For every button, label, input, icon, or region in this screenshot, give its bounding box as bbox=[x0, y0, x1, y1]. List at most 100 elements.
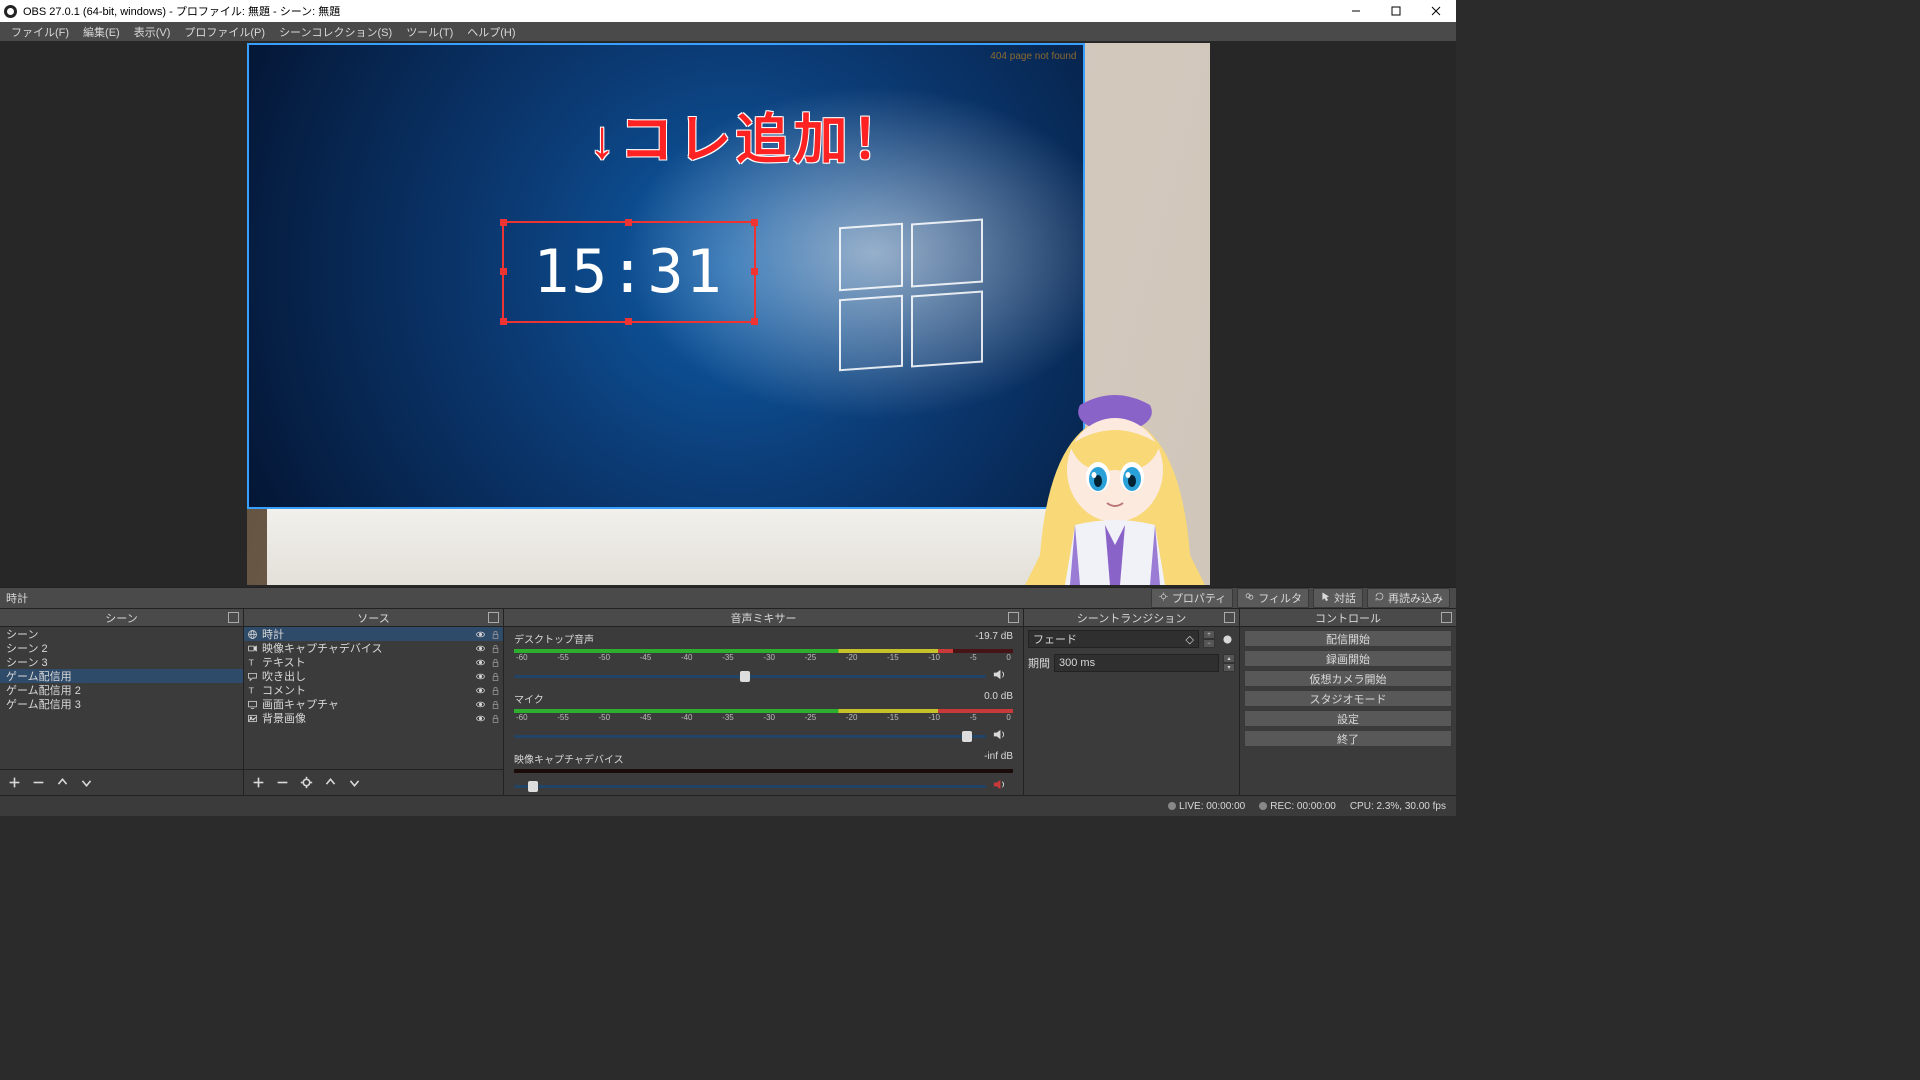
sources-list[interactable]: 時計映像キャプチャデバイスTテキスト吹き出しTコメント画面キャプチャ背景画像 bbox=[244, 627, 503, 769]
desktop-capture-source[interactable]: 404 page not found ↓コレ追加！ 15:31 bbox=[247, 43, 1085, 509]
remove-transition-button[interactable]: − bbox=[1203, 639, 1215, 648]
visibility-toggle[interactable] bbox=[474, 628, 486, 640]
camera-icon bbox=[246, 642, 258, 654]
move-source-down-button[interactable] bbox=[346, 775, 362, 791]
duration-down-button[interactable]: ▾ bbox=[1223, 663, 1235, 672]
remove-scene-button[interactable] bbox=[30, 775, 46, 791]
control-button[interactable]: 終了 bbox=[1244, 730, 1452, 747]
menu-item[interactable]: プロファイル(P) bbox=[177, 22, 272, 42]
volume-slider[interactable] bbox=[514, 785, 986, 788]
visibility-toggle[interactable] bbox=[474, 656, 486, 668]
lock-toggle[interactable] bbox=[489, 698, 501, 710]
プロパティ-button[interactable]: プロパティ bbox=[1151, 588, 1233, 608]
scenes-list[interactable]: シーンシーン 2シーン 3ゲーム配信用ゲーム配信用 2ゲーム配信用 3 bbox=[0, 627, 243, 769]
scene-item[interactable]: シーン 3 bbox=[0, 655, 243, 669]
対話-button[interactable]: 対話 bbox=[1313, 588, 1363, 608]
volume-slider[interactable] bbox=[514, 675, 986, 678]
menu-item[interactable]: ツール(T) bbox=[399, 22, 460, 42]
control-button[interactable]: スタジオモード bbox=[1244, 690, 1452, 707]
channel-db: 0.0 dB bbox=[984, 691, 1013, 706]
volume-slider[interactable] bbox=[514, 735, 986, 738]
visibility-toggle[interactable] bbox=[474, 642, 486, 654]
mute-button[interactable] bbox=[992, 777, 1007, 795]
live-status: LIVE: 00:00:00 bbox=[1168, 801, 1245, 812]
lock-toggle[interactable] bbox=[489, 684, 501, 696]
control-button[interactable]: 設定 bbox=[1244, 710, 1452, 727]
remove-source-button[interactable] bbox=[274, 775, 290, 791]
selected-source-label: 時計 bbox=[6, 590, 28, 606]
transitions-title: シーントランジション bbox=[1024, 609, 1239, 627]
duration-input[interactable]: 300 ms bbox=[1054, 654, 1219, 672]
source-item[interactable]: 映像キャプチャデバイス bbox=[244, 641, 503, 655]
window-title: OBS 27.0.1 (64-bit, windows) - プロファイル: 無… bbox=[23, 3, 340, 19]
visibility-toggle[interactable] bbox=[474, 698, 486, 710]
popout-icon[interactable] bbox=[228, 612, 239, 623]
scene-item[interactable]: シーン bbox=[0, 627, 243, 641]
popout-icon[interactable] bbox=[1441, 612, 1452, 623]
lock-toggle[interactable] bbox=[489, 670, 501, 682]
move-scene-down-button[interactable] bbox=[78, 775, 94, 791]
minimize-button[interactable] bbox=[1336, 0, 1376, 22]
preview-area[interactable]: 404 page not found ↓コレ追加！ 15:31 bbox=[0, 41, 1456, 587]
control-button[interactable]: 仮想カメラ開始 bbox=[1244, 670, 1452, 687]
annotation-text: ↓コレ追加！ bbox=[589, 95, 910, 174]
maximize-button[interactable] bbox=[1376, 0, 1416, 22]
mute-button[interactable] bbox=[992, 727, 1007, 745]
close-button[interactable] bbox=[1416, 0, 1456, 22]
duration-up-button[interactable]: ▴ bbox=[1223, 654, 1235, 663]
scene-item[interactable]: ゲーム配信用 2 bbox=[0, 683, 243, 697]
sources-footer bbox=[244, 769, 503, 795]
mixer-body: デスクトップ音声-19.7 dB-60-55-50-45-40-35-30-25… bbox=[504, 627, 1023, 795]
add-transition-button[interactable]: + bbox=[1203, 630, 1215, 639]
scene-item[interactable]: シーン 2 bbox=[0, 641, 243, 655]
channel-name: 映像キャプチャデバイス bbox=[514, 751, 624, 766]
popout-icon[interactable] bbox=[1224, 612, 1235, 623]
control-button[interactable]: 配信開始 bbox=[1244, 630, 1452, 647]
mute-button[interactable] bbox=[992, 667, 1007, 685]
transition-settings-button[interactable] bbox=[1219, 631, 1235, 647]
popout-icon[interactable] bbox=[488, 612, 499, 623]
add-source-button[interactable] bbox=[250, 775, 266, 791]
lock-toggle[interactable] bbox=[489, 642, 501, 654]
popout-icon[interactable] bbox=[1008, 612, 1019, 623]
scene-item[interactable]: ゲーム配信用 bbox=[0, 669, 243, 683]
globe-icon bbox=[246, 628, 258, 640]
lock-toggle[interactable] bbox=[489, 628, 501, 640]
source-item[interactable]: 画面キャプチャ bbox=[244, 697, 503, 711]
channel-db: -inf dB bbox=[984, 751, 1013, 766]
menu-item[interactable]: 編集(E) bbox=[76, 22, 127, 42]
lock-toggle[interactable] bbox=[489, 712, 501, 724]
transition-select[interactable]: フェード◇ bbox=[1028, 630, 1199, 648]
lock-toggle[interactable] bbox=[489, 656, 501, 668]
source-item[interactable]: 背景画像 bbox=[244, 711, 503, 725]
sources-dock: ソース 時計映像キャプチャデバイスTテキスト吹き出しTコメント画面キャプチャ背景… bbox=[244, 609, 504, 795]
source-item[interactable]: Tコメント bbox=[244, 683, 503, 697]
visibility-toggle[interactable] bbox=[474, 712, 486, 724]
source-properties-button[interactable] bbox=[298, 775, 314, 791]
source-item[interactable]: 時計 bbox=[244, 627, 503, 641]
scene-item[interactable]: ゲーム配信用 3 bbox=[0, 697, 243, 711]
フィルタ-button[interactable]: フィルタ bbox=[1237, 588, 1309, 608]
再読み込み-button[interactable]: 再読み込み bbox=[1367, 588, 1450, 608]
docks-container: シーン シーンシーン 2シーン 3ゲーム配信用ゲーム配信用 2ゲーム配信用 3 … bbox=[0, 609, 1456, 795]
title-bar: OBS 27.0.1 (64-bit, windows) - プロファイル: 無… bbox=[0, 0, 1456, 22]
sources-title: ソース bbox=[244, 609, 503, 627]
avatar-source[interactable] bbox=[1020, 375, 1210, 585]
move-scene-up-button[interactable] bbox=[54, 775, 70, 791]
menu-item[interactable]: ファイル(F) bbox=[4, 22, 76, 42]
menu-item[interactable]: 表示(V) bbox=[127, 22, 178, 42]
source-item[interactable]: Tテキスト bbox=[244, 655, 503, 669]
menu-item[interactable]: シーンコレクション(S) bbox=[272, 22, 399, 42]
visibility-toggle[interactable] bbox=[474, 670, 486, 682]
program-preview[interactable]: 404 page not found ↓コレ追加！ 15:31 bbox=[247, 43, 1210, 585]
visibility-toggle[interactable] bbox=[474, 684, 486, 696]
source-item[interactable]: 吹き出し bbox=[244, 669, 503, 683]
vu-meter bbox=[514, 649, 1013, 653]
channel-name: マイク bbox=[514, 691, 544, 706]
control-button[interactable]: 録画開始 bbox=[1244, 650, 1452, 667]
menu-item[interactable]: ヘルプ(H) bbox=[460, 22, 522, 42]
move-source-up-button[interactable] bbox=[322, 775, 338, 791]
add-scene-button[interactable] bbox=[6, 775, 22, 791]
clock-source[interactable]: 15:31 bbox=[502, 221, 756, 323]
source-toolbar: 時計 プロパティフィルタ対話再読み込み bbox=[0, 587, 1456, 609]
